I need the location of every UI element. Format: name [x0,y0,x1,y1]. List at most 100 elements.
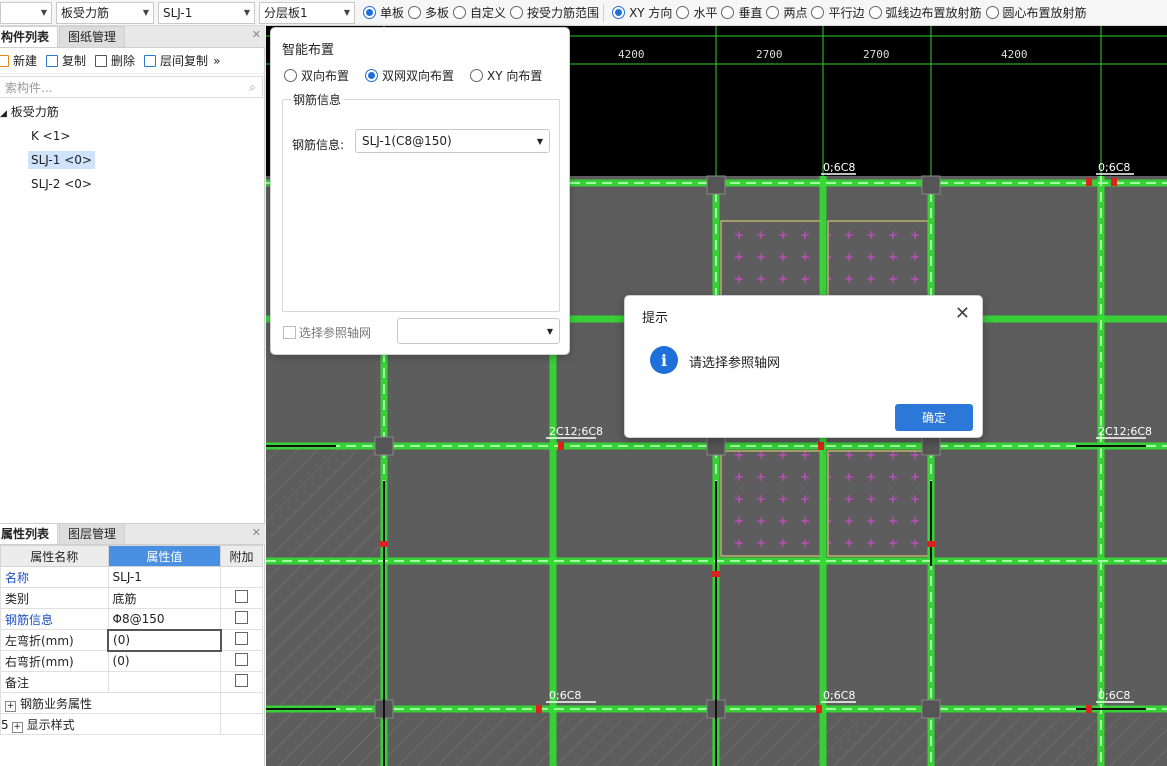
radio-center-radial[interactable]: 圆心布置放射筋 [985,4,1087,21]
extra-cell [220,566,263,588]
radio-dot-icon [676,6,690,19]
header-property-value: 属性值 [107,545,222,567]
property-tabs: 属性列表 图层管理 ✕ [0,523,265,545]
radio-label: 垂直 [738,6,763,20]
property-value[interactable] [107,671,222,693]
new-icon [0,54,9,67]
radio-label: 多板 [425,6,450,20]
component-tabs: 构件列表 图纸管理 ✕ [0,26,265,48]
rebar-info-select[interactable]: SLJ-1(C8@150) ▼ [355,129,550,153]
table-row[interactable]: 名称 SLJ-1 [0,566,263,588]
floor-combo[interactable]: ▼ [0,1,52,24]
component-list-panel: 构件列表 图纸管理 ✕ 新建 复制 删除 层间复制 » 索构件... ⌕ ◢ 板… [0,26,265,526]
radio-xy-direction[interactable]: XY 方向 [612,4,672,21]
component-combo-value: SLJ-1 [163,5,193,20]
table-row[interactable]: 备注 [0,671,263,693]
tab-component-list[interactable]: 构件列表 [0,26,59,47]
rebar-info-value: SLJ-1(C8@150) [362,134,452,148]
property-value-editing[interactable]: (0) [107,628,222,652]
tree-item-slj-1[interactable]: SLJ-1 <0> [0,148,265,172]
new-button[interactable]: 新建 [0,52,37,69]
table-row[interactable]: 钢筋信息 Φ8@150 [0,608,263,630]
property-value[interactable]: (0) [107,650,222,672]
close-icon[interactable]: ✕ [252,28,261,41]
radio-double-net[interactable]: 双网双向布置 [365,67,454,84]
radio-arc-radial[interactable]: 弧线边布置放射筋 [868,4,982,21]
tab-property-list[interactable]: 属性列表 [0,523,59,544]
chevron-down-icon: ▼ [142,8,149,17]
table-row[interactable]: 类别 底筋 [0,587,263,609]
copy-button[interactable]: 复制 [46,52,86,69]
property-value[interactable]: 底筋 [107,587,222,609]
delete-button[interactable]: 删除 [95,52,135,69]
property-value[interactable]: SLJ-1 [107,566,222,588]
layout-options: 双向布置 双网双向布置 XY 向布置 [284,67,558,84]
prompt-title: 提示 [642,311,669,326]
component-combo[interactable]: SLJ-1 ▼ [158,1,255,24]
expand-icon[interactable]: + [11,721,23,733]
ref-grid-select[interactable]: ▼ [397,318,560,344]
table-row[interactable]: 左弯折(mm) (0) [0,628,263,652]
radio-dot-icon [365,69,379,82]
table-row[interactable]: 右弯折(mm) (0) [0,650,263,672]
rebar-label: 0;6C8 [549,689,581,702]
row-index: 5 [1,717,9,732]
radio-horizontal[interactable]: 水平 [676,4,717,21]
tab-drawing-management[interactable]: 图纸管理 [59,26,126,47]
tree-root[interactable]: ◢ 板受力筋 [0,100,265,124]
info-icon: i [650,346,678,374]
close-icon[interactable]: ✕ [955,303,970,324]
top-toolbar: ▼ 板受力筋 ▼ SLJ-1 ▼ 分层板1 ▼ 单板 多板 自定义 按受力筋范围… [0,0,1167,26]
radio-bidirectional[interactable]: 双向布置 [284,67,349,84]
table-row[interactable]: + 钢筋业务属性 [0,692,263,714]
dimension-text: 4200 [618,48,645,61]
radio-label: 自定义 [470,6,507,20]
radio-custom[interactable]: 自定义 [453,4,506,21]
floor-copy-button[interactable]: 层间复制 [144,52,208,69]
radio-dot-icon [766,6,780,19]
close-icon[interactable]: ✕ [252,526,261,539]
ok-button[interactable]: 确定 [895,404,973,431]
radio-label: 水平 [693,6,718,20]
property-table: 属性名称 属性值 附加 名称 SLJ-1 类别 底筋 钢筋信息 Φ8@150 左… [0,545,263,735]
radio-multi-slab[interactable]: 多板 [408,4,449,21]
checkbox[interactable] [235,674,249,687]
more-icon[interactable]: » [213,54,220,68]
chevron-down-icon: ▼ [546,326,553,336]
radio-label: 单板 [380,6,405,20]
radio-dot-icon [510,6,524,19]
radio-single-slab[interactable]: 单板 [363,4,404,21]
radio-vertical[interactable]: 垂直 [721,4,762,21]
property-group-name: 显示样式 [26,717,75,732]
table-row[interactable]: 5 + 显示样式 [0,713,263,735]
chevron-down-icon: ▼ [243,8,250,17]
tree-item-k[interactable]: K <1> [0,124,265,148]
radio-parallel-edge[interactable]: 平行边 [811,4,865,21]
checkbox[interactable] [235,653,249,666]
checkbox[interactable] [283,326,296,339]
radio-by-range[interactable]: 按受力筋范围 [510,4,599,21]
group-title: 钢筋信息 [291,91,344,108]
prompt-text: 请选择参照轴网 [689,356,781,371]
layer-combo[interactable]: 分层板1 ▼ [259,1,355,24]
copy-icon [46,54,59,67]
rebar-label: 2C12;6C8 [1098,425,1152,438]
radio-dot-icon [408,6,422,19]
property-value[interactable]: Φ8@150 [107,608,222,630]
expand-icon[interactable]: + [5,700,16,712]
search-input[interactable]: 索构件... ⌕ [0,76,263,98]
tab-layer-management[interactable]: 图层管理 [59,523,126,544]
type-combo[interactable]: 板受力筋 ▼ [56,1,154,24]
ref-grid-checkbox[interactable]: 选择参照轴网 [283,324,371,341]
radio-xy-layout[interactable]: XY 向布置 [470,67,542,84]
chevron-down-icon: ▼ [343,8,350,17]
tree-item-slj-2[interactable]: SLJ-2 <0> [0,172,265,196]
type-combo-value: 板受力筋 [61,6,110,20]
checkbox[interactable] [235,632,249,645]
radio-label: 按受力筋范围 [527,6,600,20]
radio-two-points[interactable]: 两点 [766,4,807,21]
checkbox[interactable] [235,590,249,603]
prompt-dialog: 提示 ✕ i 请选择参照轴网 确定 [624,295,983,438]
checkbox[interactable] [235,611,249,624]
collapse-icon: ◢ [0,109,7,119]
